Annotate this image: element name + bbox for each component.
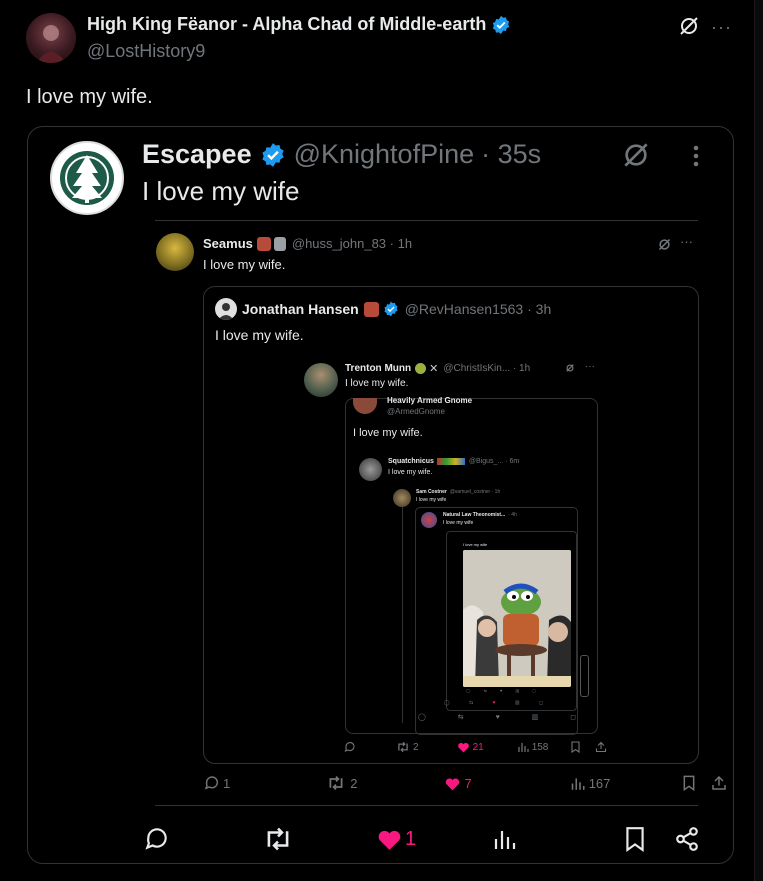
boar-emoji-icon bbox=[363, 301, 379, 317]
like-icon[interactable] bbox=[457, 741, 470, 753]
bookmark-icon[interactable] bbox=[682, 775, 696, 791]
repost-count: 2 bbox=[413, 741, 419, 753]
grok-icon[interactable] bbox=[657, 237, 672, 252]
repost-icon[interactable] bbox=[262, 826, 294, 852]
more-options-icon[interactable]: ··· bbox=[585, 361, 595, 372]
author-handle[interactable]: @LostHistory9 bbox=[87, 41, 205, 62]
like-count: 21 bbox=[472, 741, 484, 753]
squatchnicus-name[interactable]: Squatchnicus bbox=[388, 458, 434, 465]
natural-law-text: I love my wife bbox=[443, 520, 474, 526]
gnome-handle[interactable]: @ArmedGnome bbox=[387, 407, 445, 416]
grok-icon[interactable] bbox=[565, 363, 575, 373]
escapee-name[interactable]: Escapee bbox=[142, 139, 252, 170]
emoji-badges bbox=[436, 458, 465, 465]
tweet-text: I love my wife. bbox=[26, 86, 153, 108]
sam-name[interactable]: Sam Costner bbox=[416, 489, 447, 495]
verified-badge-icon bbox=[383, 301, 399, 317]
thread-line bbox=[402, 505, 403, 723]
natural-law-actions: ◯ ⇆ ♥ ▥ ◻ bbox=[444, 700, 553, 706]
reply-icon[interactable] bbox=[144, 826, 170, 852]
more-options-icon[interactable]: ··· bbox=[711, 17, 732, 38]
author-name[interactable]: High King Fëanor - Alpha Chad of Middle-… bbox=[87, 14, 486, 35]
sam-actions: ◯ ⇆ ♥ ▥ ◻ bbox=[418, 714, 592, 721]
escapee-time: · 35s bbox=[481, 139, 542, 169]
trenton-name[interactable]: Trenton Munn bbox=[345, 363, 411, 374]
innermost-actions: ◯ ⇆ ♥ ▥ ◻ bbox=[466, 688, 542, 693]
repost-icon[interactable] bbox=[326, 775, 346, 791]
share-icon[interactable] bbox=[711, 775, 727, 791]
share-icon[interactable] bbox=[595, 741, 607, 753]
scrollbar[interactable] bbox=[580, 655, 589, 697]
grok-icon[interactable] bbox=[677, 14, 701, 38]
pepe-meme-icon bbox=[463, 550, 571, 687]
author-avatar[interactable] bbox=[26, 13, 76, 63]
jonathan-text: I love my wife. bbox=[215, 327, 304, 343]
gnome-name[interactable]: Heavily Armed Gnome bbox=[387, 396, 472, 405]
repost-icon[interactable] bbox=[396, 741, 410, 753]
views-icon[interactable] bbox=[570, 776, 585, 791]
more-vertical-icon[interactable] bbox=[690, 144, 702, 168]
squatchnicus-handle[interactable]: @Bigus_... · 6m bbox=[469, 458, 519, 465]
seamus-avatar[interactable] bbox=[156, 233, 194, 271]
page-scrollbar[interactable] bbox=[754, 0, 763, 881]
escapee-handle[interactable]: @KnightofPine bbox=[294, 139, 475, 170]
views-count: 158 bbox=[531, 741, 549, 753]
divider bbox=[155, 805, 698, 806]
views-icon[interactable] bbox=[492, 826, 516, 852]
verified-badge-icon bbox=[491, 15, 511, 35]
reply-icon[interactable] bbox=[344, 741, 356, 753]
squatchnicus-avatar[interactable] bbox=[359, 458, 382, 481]
views-icon[interactable] bbox=[517, 741, 529, 753]
swords-icon: ✕ bbox=[429, 363, 439, 375]
like-count: 1 bbox=[405, 827, 417, 850]
seamus-text: I love my wife. bbox=[203, 257, 286, 272]
meme-image bbox=[463, 550, 571, 687]
repost-count: 2 bbox=[350, 775, 358, 791]
emoji-badge-icon bbox=[415, 363, 427, 374]
escapee-text: I love my wife bbox=[142, 176, 300, 206]
innermost-text: I love my wife bbox=[463, 542, 488, 547]
escapee-avatar[interactable] bbox=[50, 141, 124, 215]
sam-avatar[interactable] bbox=[393, 489, 411, 507]
trenton-text: I love my wife. bbox=[345, 378, 409, 389]
sam-text: I love my wife bbox=[416, 497, 447, 503]
emoji-badges bbox=[256, 236, 286, 251]
pine-tree-logo-icon bbox=[60, 151, 114, 205]
gnome-text: I love my wife. bbox=[353, 427, 423, 439]
trenton-handle[interactable]: @ChristIsKin... · 1h bbox=[443, 363, 530, 374]
jonathan-handle[interactable]: @RevHansen1563 · 3h bbox=[405, 301, 552, 317]
natural-law-name[interactable]: Natural Law Theonomist... bbox=[443, 512, 505, 518]
like-count: 7 bbox=[464, 775, 472, 791]
reply-count: 1 bbox=[223, 775, 231, 791]
more-options-icon[interactable]: ··· bbox=[680, 234, 693, 249]
bookmark-icon[interactable] bbox=[624, 826, 646, 852]
divider bbox=[155, 220, 698, 221]
trenton-avatar[interactable] bbox=[304, 363, 338, 397]
avatar-figure-icon bbox=[36, 25, 66, 63]
sam-handle[interactable]: @samuel_costner · 1h bbox=[450, 489, 500, 495]
natural-law-avatar[interactable] bbox=[421, 512, 437, 528]
views-count: 167 bbox=[588, 775, 611, 791]
bookmark-icon[interactable] bbox=[570, 741, 581, 753]
jonathan-avatar[interactable] bbox=[215, 298, 237, 320]
jonathan-name[interactable]: Jonathan Hansen bbox=[242, 301, 359, 317]
reply-icon[interactable] bbox=[204, 775, 220, 791]
natural-law-handle[interactable]: · 4h bbox=[508, 512, 517, 518]
verified-badge-icon bbox=[260, 142, 286, 168]
like-icon[interactable] bbox=[444, 776, 461, 791]
like-icon[interactable] bbox=[376, 827, 403, 851]
squatchnicus-text: I love my wife. bbox=[388, 469, 433, 476]
seamus-name[interactable]: Seamus bbox=[203, 236, 253, 251]
grok-icon[interactable] bbox=[620, 139, 652, 171]
share-icon[interactable] bbox=[674, 826, 700, 852]
seamus-handle[interactable]: @huss_john_83 · 1h bbox=[292, 236, 412, 251]
